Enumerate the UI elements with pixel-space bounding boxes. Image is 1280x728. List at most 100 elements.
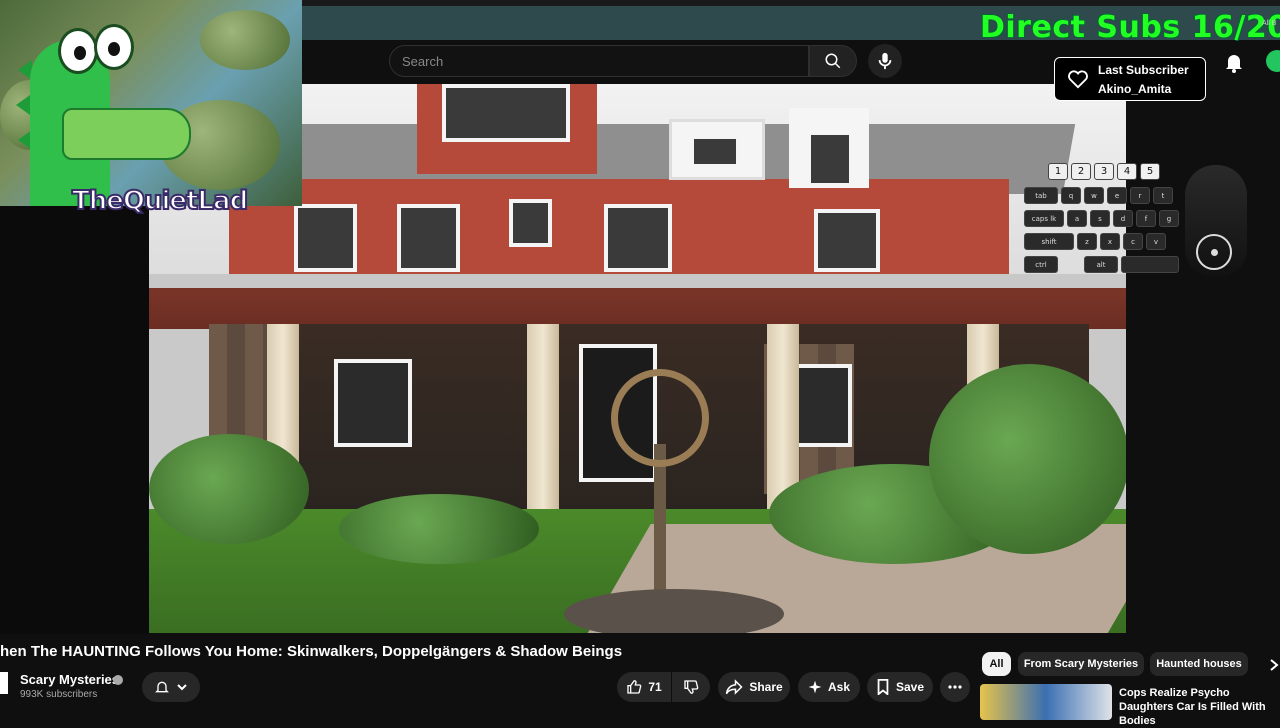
chip-haunted-houses[interactable]: Haunted houses: [1150, 652, 1248, 676]
share-button[interactable]: Share: [718, 672, 790, 702]
video-attic-window: [442, 84, 570, 142]
recommendation-title[interactable]: Cops Realize Psycho Daughters Car Is Fil…: [1119, 686, 1279, 728]
video-window: [814, 209, 880, 272]
last-subscriber-name: Akino_Amita: [1098, 82, 1172, 96]
thumbs-up-icon: [627, 680, 642, 694]
video-window: [397, 204, 460, 272]
key: q: [1061, 187, 1081, 204]
croc-eye: [58, 28, 98, 74]
key: alt: [1084, 256, 1118, 273]
key: g: [1159, 210, 1179, 227]
video-stone-planter: [564, 589, 784, 633]
bell-icon: [155, 681, 169, 693]
key: 5: [1140, 163, 1160, 180]
bell-icon: [1226, 55, 1242, 73]
last-subscriber-box: Last Subscriber Akino_Amita: [1054, 57, 1206, 101]
verified-icon: [113, 675, 123, 685]
notifications-button[interactable]: [1222, 50, 1246, 74]
video-window: [692, 137, 738, 166]
voice-search-button[interactable]: [868, 44, 902, 78]
subscribed-bell-button[interactable]: [142, 672, 200, 702]
key: w: [1084, 187, 1104, 204]
video-upper-floor: [229, 179, 1009, 279]
key: tab: [1024, 187, 1058, 204]
corner-label: All B: [1262, 20, 1277, 27]
like-button[interactable]: 71: [617, 672, 671, 702]
ask-button[interactable]: Ask: [798, 672, 860, 702]
key: f: [1136, 210, 1156, 227]
search-input[interactable]: [390, 46, 808, 76]
video-title: hen The HAUNTING Follows You Home: Skinw…: [0, 643, 623, 660]
key: x: [1100, 233, 1120, 250]
keyboard-overlay: 1 2 3 4 5 tab q w e r t caps lk a s d f …: [1024, 163, 1184, 281]
video-porch-roof: [149, 274, 1126, 329]
heart-icon: [1068, 70, 1088, 89]
video-porch-window: [794, 364, 852, 447]
video-window: [509, 199, 552, 247]
chip-all[interactable]: All: [982, 652, 1011, 676]
video-window: [809, 133, 851, 185]
search-box[interactable]: [389, 45, 809, 77]
key: 2: [1071, 163, 1091, 180]
left-panel: [0, 206, 149, 634]
mic-icon: [878, 52, 892, 70]
video-porch-window: [334, 359, 412, 447]
thumbs-down-icon: [684, 680, 699, 694]
key: z: [1077, 233, 1097, 250]
channel-avatar[interactable]: [0, 672, 8, 694]
search-icon: [825, 53, 841, 69]
chevron-down-icon: [177, 684, 187, 691]
key: v: [1146, 233, 1166, 250]
chip-from-channel[interactable]: From Scary Mysteries: [1018, 652, 1144, 676]
video-dormer: [669, 119, 765, 180]
key: 4: [1117, 163, 1137, 180]
key: r: [1130, 187, 1150, 204]
croc-eye: [94, 24, 134, 70]
search-button[interactable]: [809, 45, 857, 77]
croc-spike: [16, 95, 30, 115]
like-count: 71: [648, 680, 662, 694]
bookmark-icon: [877, 679, 889, 695]
key: shift: [1024, 233, 1074, 250]
key: a: [1067, 210, 1087, 227]
key: c: [1123, 233, 1143, 250]
save-label: Save: [895, 680, 925, 694]
key: t: [1153, 187, 1173, 204]
recommendation-thumbnail[interactable]: [980, 684, 1112, 720]
key: s: [1090, 210, 1110, 227]
direct-subs-counter: Direct Subs 16/20: [980, 10, 1280, 45]
dislike-button[interactable]: [672, 672, 710, 702]
video-armillary-sphere: [611, 369, 709, 467]
key: 1: [1048, 163, 1068, 180]
save-button[interactable]: Save: [867, 672, 933, 702]
subscriber-count: 993K subscribers: [20, 689, 98, 700]
sparkle-icon: [808, 680, 822, 694]
video-column: [767, 324, 799, 509]
mouse-indicator: [1196, 234, 1232, 270]
channel-name[interactable]: Scary Mysteries: [20, 672, 119, 687]
key: caps lk: [1024, 210, 1064, 227]
key: e: [1107, 187, 1127, 204]
webcam-overlay: [0, 0, 302, 206]
share-label: Share: [749, 680, 783, 694]
key: ctrl: [1024, 256, 1058, 273]
video-attic: [417, 84, 597, 174]
streamer-name: TheQuietLad: [71, 185, 249, 217]
video-window: [294, 204, 357, 272]
more-actions-button[interactable]: [940, 672, 970, 702]
croc-snout: [62, 108, 191, 160]
video-bush: [929, 364, 1126, 554]
cam-rock: [200, 10, 290, 70]
chevron-right-icon[interactable]: [1268, 658, 1280, 672]
ask-label: Ask: [827, 680, 850, 694]
share-icon: [726, 679, 743, 695]
key: 3: [1094, 163, 1114, 180]
video-bush: [339, 494, 539, 564]
spacebar-key: [1121, 256, 1179, 273]
video-bush: [149, 434, 309, 544]
video-dormer: [789, 108, 869, 188]
last-subscriber-label: Last Subscriber: [1098, 63, 1189, 77]
video-window: [604, 204, 672, 272]
key: d: [1113, 210, 1133, 227]
video-column: [527, 324, 559, 509]
